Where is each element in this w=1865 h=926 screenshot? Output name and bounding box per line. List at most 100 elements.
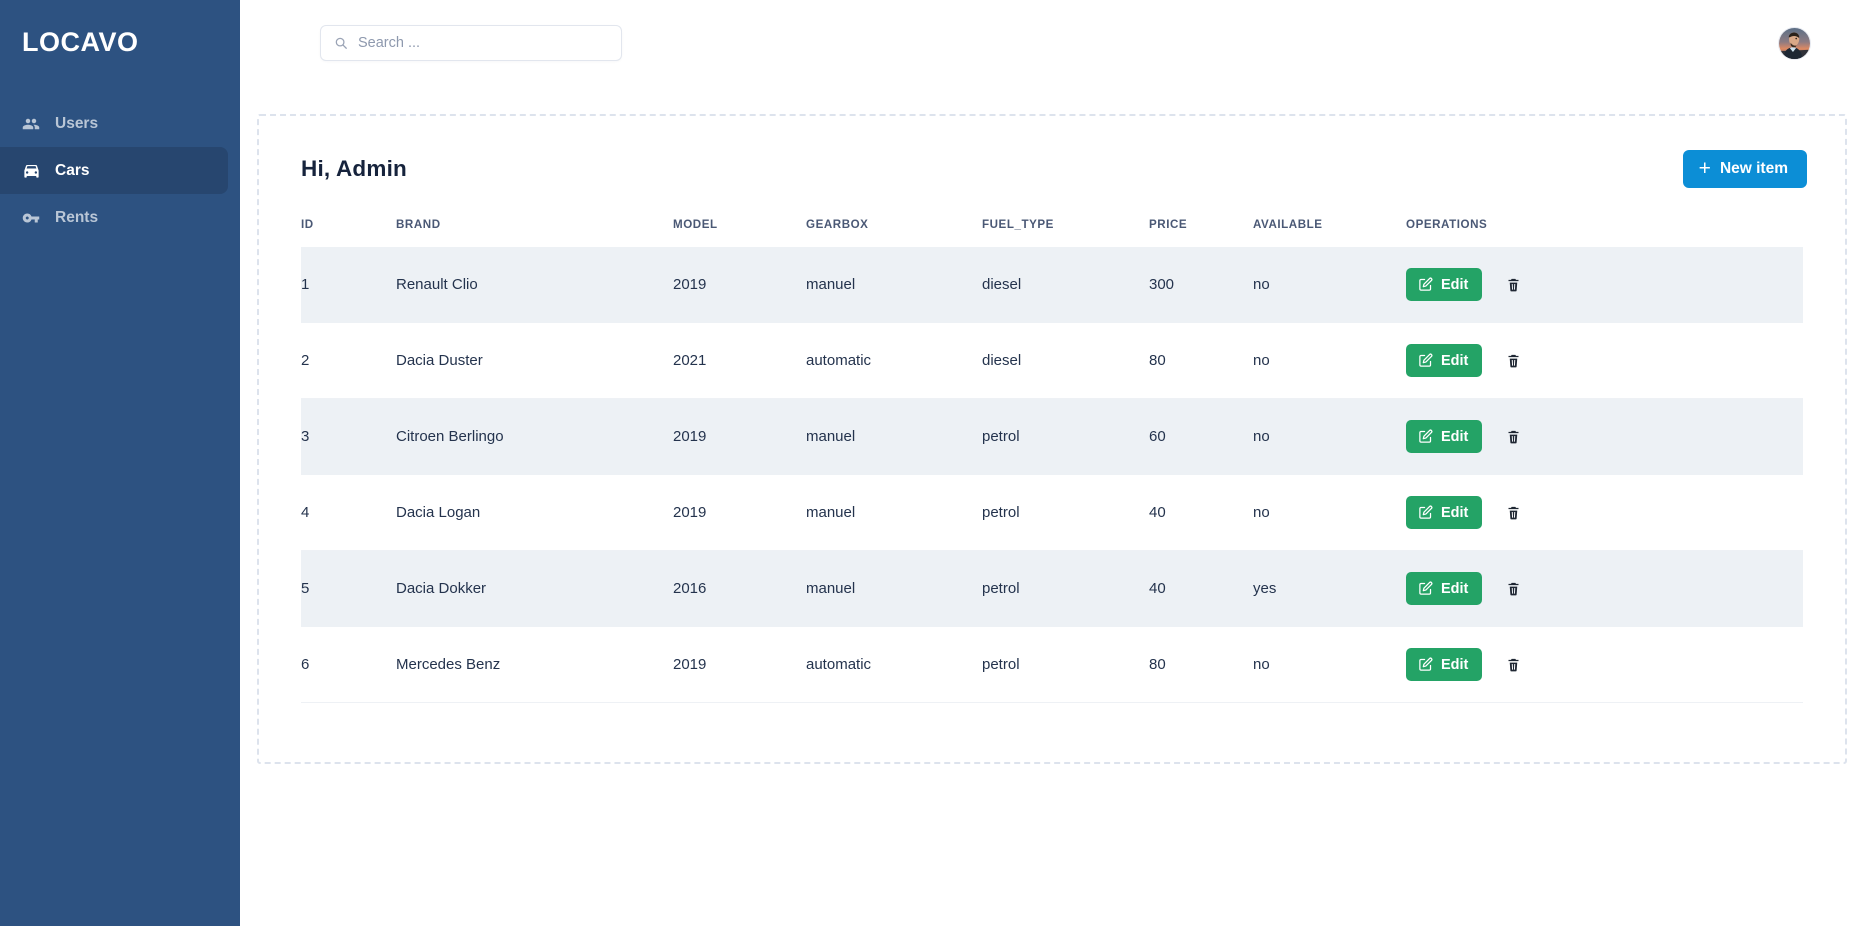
new-item-label: New item [1719, 160, 1788, 177]
cell-gearbox: manuel [806, 247, 982, 323]
table-row[interactable]: 2 Dacia Duster 2021 automatic diesel 80 … [301, 322, 1803, 399]
cell-model: 2019 [673, 247, 806, 323]
avatar[interactable] [1778, 26, 1811, 60]
sidebar-item-cars[interactable]: Cars [0, 147, 228, 195]
car-icon [22, 161, 41, 180]
sidebar-item-users[interactable]: Users [0, 100, 228, 147]
table-row[interactable]: 4 Dacia Logan 2019 manuel petrol 40 no E… [301, 474, 1803, 551]
cell-id: 5 [301, 550, 396, 627]
delete-button[interactable] [1502, 576, 1525, 601]
cell-model: 2019 [673, 626, 806, 703]
main-content: Hi, Admin + New item ID BRAND [240, 0, 1865, 926]
cars-table-wrap: ID BRAND MODEL GEARBOX FUEL_TYPE PRICE A… [259, 188, 1845, 703]
delete-button[interactable] [1502, 424, 1525, 449]
edit-button-label: Edit [1441, 428, 1469, 445]
page-title: Hi, Admin [301, 156, 407, 181]
cell-brand: Dacia Dokker [396, 550, 673, 627]
cell-operations: Edit [1406, 322, 1803, 399]
trash-icon [1506, 352, 1521, 369]
table-header-row: ID BRAND MODEL GEARBOX FUEL_TYPE PRICE A… [301, 210, 1803, 247]
cell-operations: Edit [1406, 247, 1803, 323]
column-header-gearbox: GEARBOX [806, 218, 869, 231]
column-header-operations: OPERATIONS [1406, 218, 1488, 231]
cell-price: 40 [1149, 474, 1253, 551]
cell-fuel-type: petrol [982, 398, 1149, 475]
table-row[interactable]: 6 Mercedes Benz 2019 automatic petrol 80… [301, 626, 1803, 703]
edit-button-label: Edit [1441, 656, 1469, 673]
cell-operations: Edit [1406, 550, 1803, 627]
brand-logo: LOCAVO [22, 27, 139, 57]
cell-fuel-type: petrol [982, 474, 1149, 551]
new-item-button[interactable]: + New item [1682, 150, 1807, 188]
cell-id: 1 [301, 247, 396, 323]
cell-available: no [1253, 474, 1406, 551]
delete-button[interactable] [1502, 272, 1525, 297]
edit-square-icon [1418, 277, 1433, 292]
cell-price: 60 [1149, 398, 1253, 475]
cell-gearbox: automatic [806, 626, 982, 703]
users-icon [22, 115, 41, 133]
cell-gearbox: automatic [806, 322, 982, 399]
delete-button[interactable] [1502, 652, 1525, 677]
cell-model: 2021 [673, 322, 806, 399]
column-header-id: ID [301, 218, 314, 231]
table-row[interactable]: 5 Dacia Dokker 2016 manuel petrol 40 yes… [301, 550, 1803, 627]
delete-button[interactable] [1502, 348, 1525, 373]
edit-button-label: Edit [1441, 504, 1469, 521]
cell-available: no [1253, 626, 1406, 703]
cars-table: ID BRAND MODEL GEARBOX FUEL_TYPE PRICE A… [301, 210, 1803, 703]
edit-button[interactable]: Edit [1406, 268, 1483, 301]
edit-square-icon [1418, 505, 1433, 520]
sidebar: LOCAVO Users Cars Rents [0, 0, 240, 926]
trash-icon [1506, 656, 1521, 673]
sidebar-item-label: Users [55, 114, 99, 132]
search-box[interactable] [320, 25, 622, 61]
cell-gearbox: manuel [806, 550, 982, 627]
column-header-model: MODEL [673, 218, 718, 231]
edit-button-label: Edit [1441, 580, 1469, 597]
cell-brand: Dacia Logan [396, 474, 673, 551]
cell-model: 2016 [673, 550, 806, 627]
column-header-price: PRICE [1149, 218, 1188, 231]
search-icon [334, 36, 348, 50]
sidebar-item-label: Cars [55, 161, 90, 179]
cell-fuel-type: diesel [982, 322, 1149, 399]
topbar [240, 0, 1865, 86]
cell-fuel-type: diesel [982, 247, 1149, 323]
edit-button[interactable]: Edit [1406, 648, 1483, 681]
cell-brand: Citroen Berlingo [396, 398, 673, 475]
edit-button[interactable]: Edit [1406, 496, 1483, 529]
table-body: 1 Renault Clio 2019 manuel diesel 300 no… [301, 247, 1803, 703]
cell-available: no [1253, 247, 1406, 323]
edit-button[interactable]: Edit [1406, 344, 1483, 377]
search-input[interactable] [358, 35, 611, 51]
cell-available: no [1253, 398, 1406, 475]
cell-fuel-type: petrol [982, 626, 1149, 703]
cell-available: no [1253, 322, 1406, 399]
edit-square-icon [1418, 429, 1433, 444]
cell-gearbox: manuel [806, 474, 982, 551]
cell-id: 2 [301, 322, 396, 399]
cell-id: 3 [301, 398, 396, 475]
trash-icon [1506, 428, 1521, 445]
edit-button-label: Edit [1441, 276, 1469, 293]
cell-price: 40 [1149, 550, 1253, 627]
trash-icon [1506, 580, 1521, 597]
table-row[interactable]: 3 Citroen Berlingo 2019 manuel petrol 60… [301, 398, 1803, 475]
sidebar-nav: Users Cars Rents [0, 100, 240, 241]
delete-button[interactable] [1502, 500, 1525, 525]
panel-header: Hi, Admin + New item [259, 116, 1845, 188]
column-header-brand: BRAND [396, 218, 441, 231]
sidebar-item-rents[interactable]: Rents [0, 194, 228, 241]
cell-available: yes [1253, 550, 1406, 627]
cell-model: 2019 [673, 398, 806, 475]
table-row[interactable]: 1 Renault Clio 2019 manuel diesel 300 no… [301, 247, 1803, 323]
edit-button[interactable]: Edit [1406, 420, 1483, 453]
edit-square-icon [1418, 657, 1433, 672]
content-panel: Hi, Admin + New item ID BRAND MODEL GEAR… [257, 114, 1847, 764]
plus-icon: + [1698, 156, 1711, 180]
edit-button[interactable]: Edit [1406, 572, 1483, 605]
sidebar-item-label: Rents [55, 208, 99, 226]
trash-icon [1506, 276, 1521, 293]
column-header-fuel-type: FUEL_TYPE [982, 218, 1054, 231]
